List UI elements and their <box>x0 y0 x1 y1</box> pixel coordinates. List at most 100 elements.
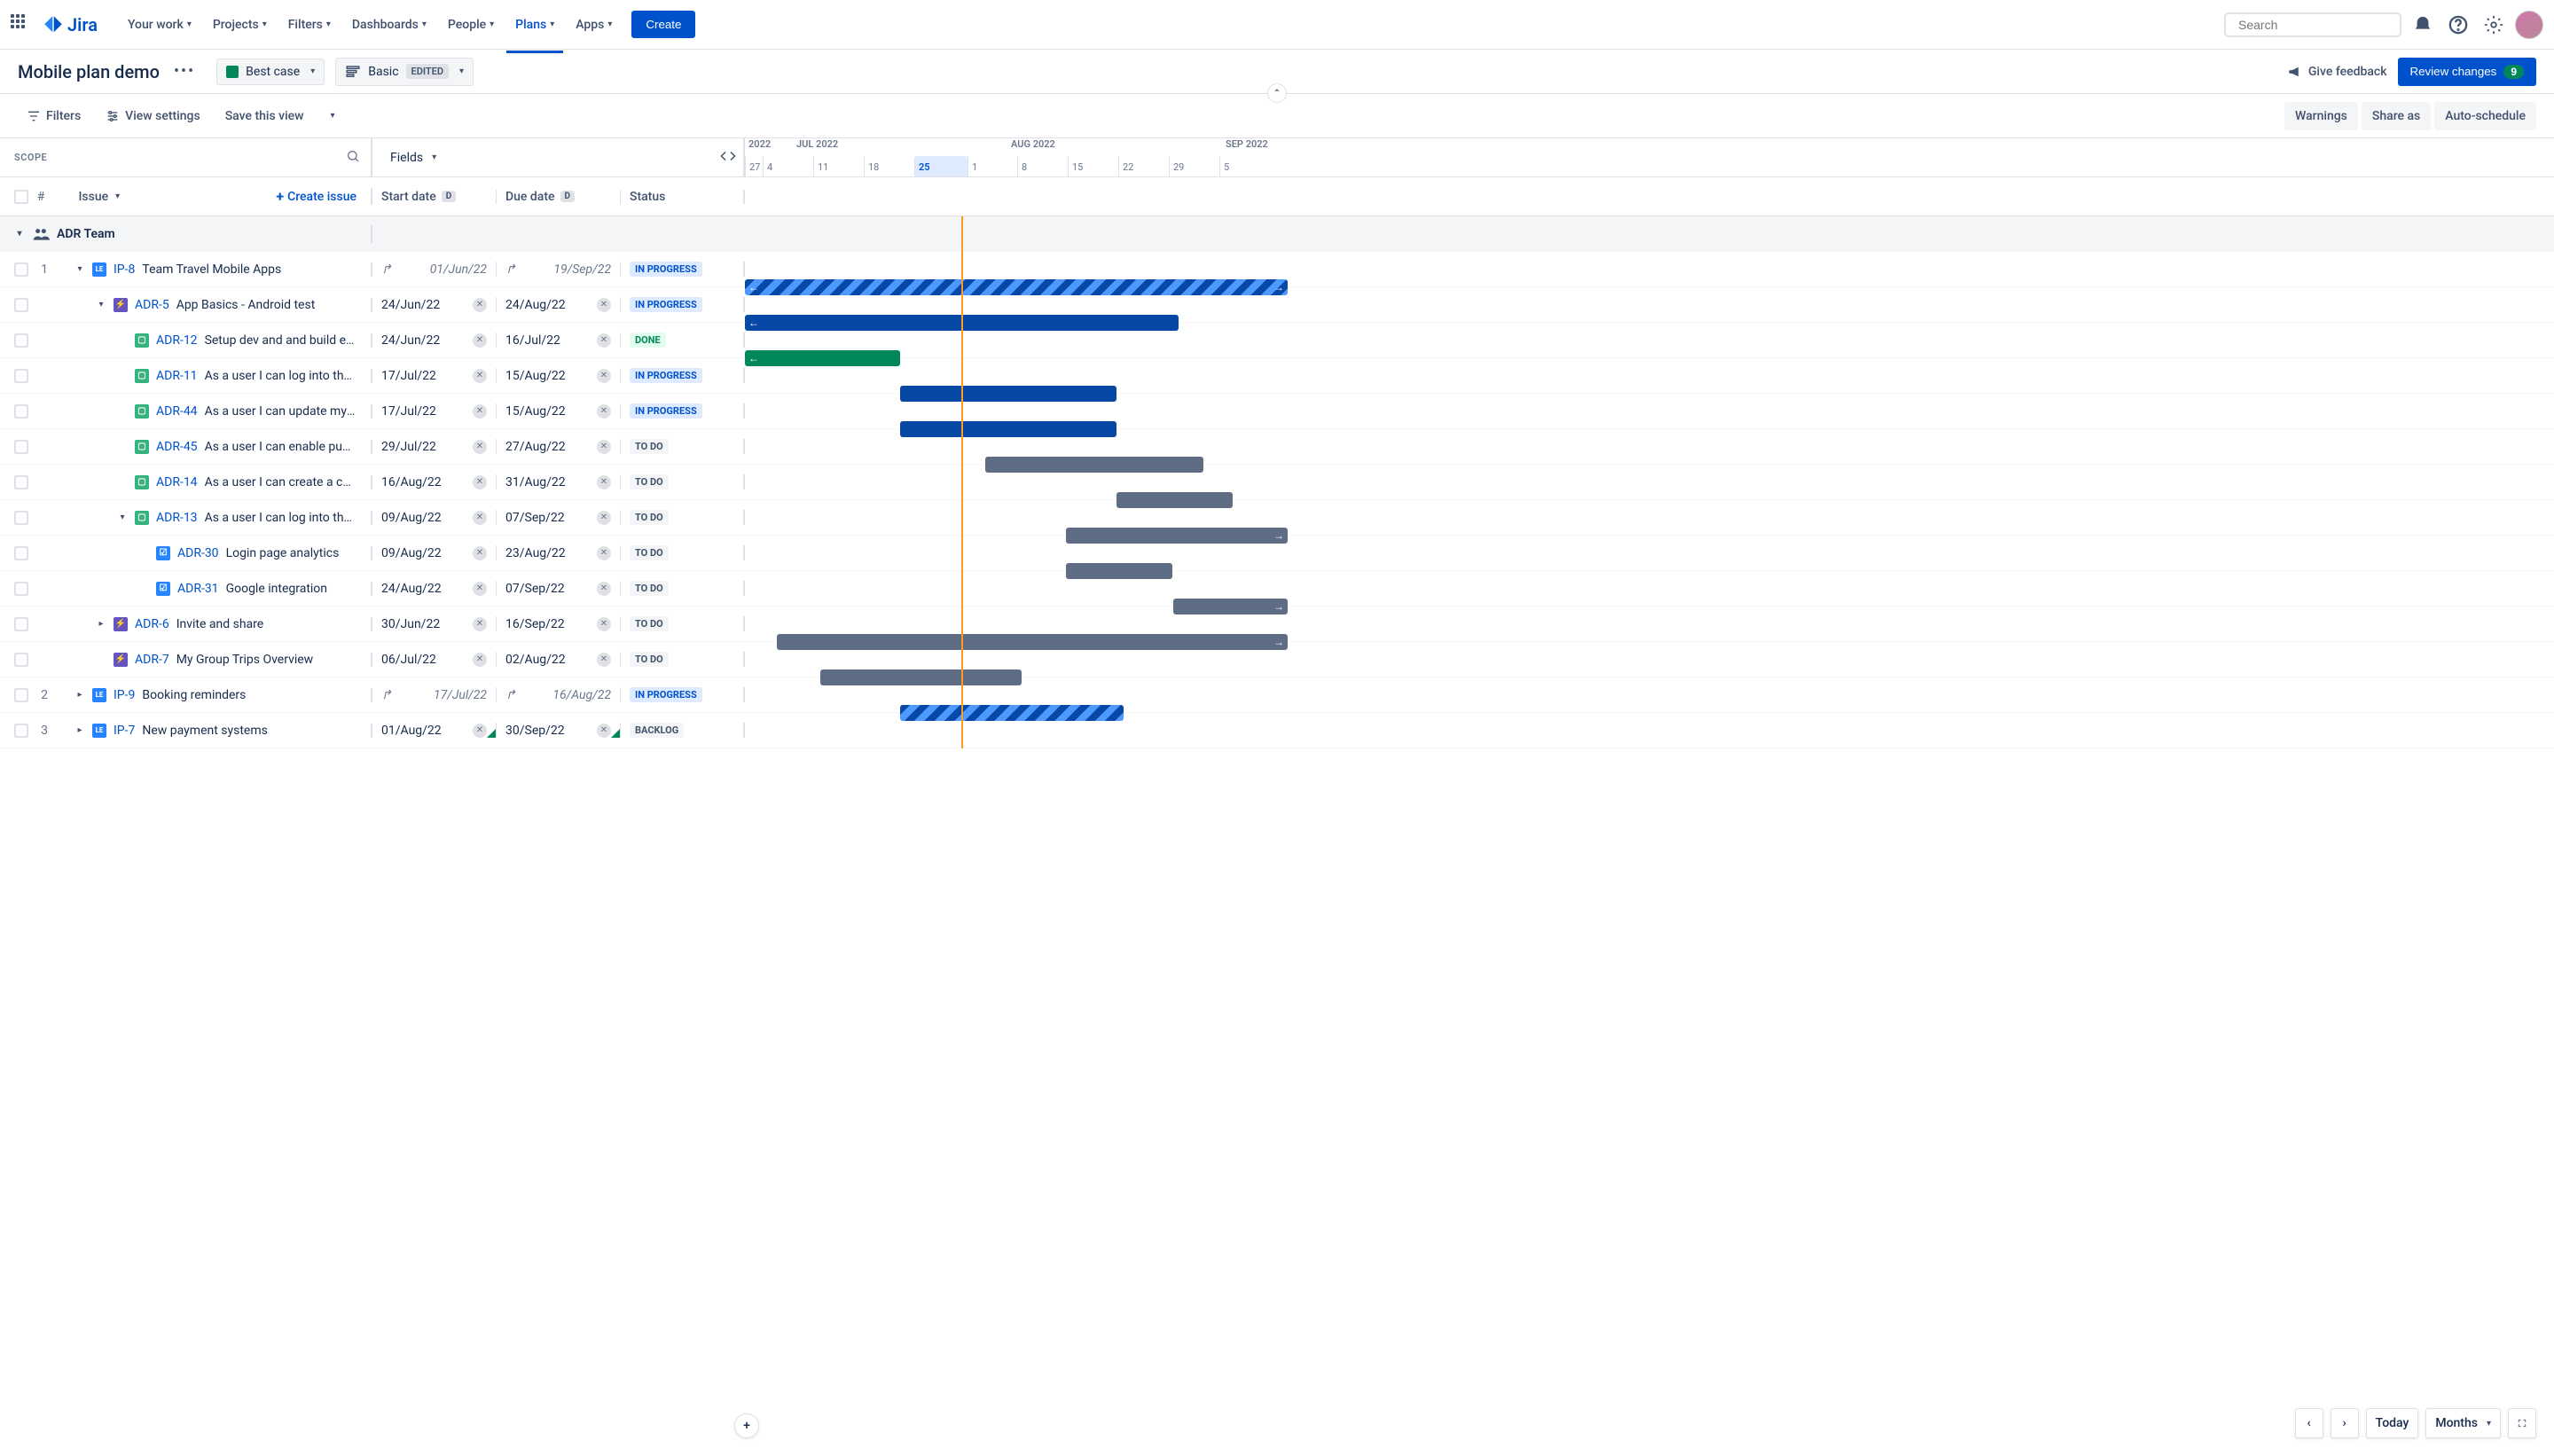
clear-icon[interactable]: ✕ <box>473 653 487 667</box>
status-cell[interactable]: TO DO <box>621 616 743 631</box>
issue-key[interactable]: IP-9 <box>114 688 135 702</box>
start-date-cell[interactable]: 17/Jul/22✕ <box>372 368 497 383</box>
clear-icon[interactable]: ✕ <box>473 617 487 631</box>
row-checkbox[interactable] <box>14 546 28 560</box>
clear-icon[interactable]: ✕ <box>473 724 487 738</box>
share-as-button[interactable]: Share as <box>2362 102 2431 130</box>
issue-key[interactable]: IP-8 <box>114 262 135 277</box>
timeline-bar[interactable]: ←→ <box>745 279 1288 295</box>
clear-icon[interactable]: ✕ <box>473 369 487 383</box>
due-date-cell[interactable]: 07/Sep/22✕ <box>497 510 621 525</box>
issue-row[interactable]: 1▾LEIP-8Team Travel Mobile Apps ↱01/Jun/… <box>0 252 2554 287</box>
status-cell[interactable]: DONE <box>621 333 743 348</box>
due-date-cell[interactable]: 16/Sep/22✕ <box>497 616 621 631</box>
status-cell[interactable]: BACKLOG <box>621 723 743 738</box>
status-cell[interactable]: TO DO <box>621 510 743 525</box>
clear-icon[interactable]: ✕ <box>473 298 487 312</box>
clear-icon[interactable]: ✕ <box>473 511 487 525</box>
issue-row[interactable]: ▢ADR-11As a user I can log into the s...… <box>0 358 2554 394</box>
issue-key[interactable]: ADR-31 <box>177 582 219 596</box>
collapse-header-handle[interactable]: ⌃ <box>1267 83 1287 103</box>
row-checkbox[interactable] <box>14 617 28 631</box>
timeline-bar[interactable] <box>820 669 1022 685</box>
due-date-cell[interactable]: 30/Sep/22✕ <box>497 723 621 738</box>
clear-icon[interactable]: ✕ <box>597 511 611 525</box>
start-date-header[interactable]: Start date D <box>372 190 497 204</box>
due-date-cell[interactable]: 15/Aug/22✕ <box>497 368 621 383</box>
status-cell[interactable]: IN PROGRESS <box>621 368 743 383</box>
due-date-cell[interactable]: 16/Jul/22✕ <box>497 333 621 348</box>
auto-schedule-button[interactable]: Auto-schedule <box>2434 102 2536 130</box>
issue-key[interactable]: ADR-7 <box>135 653 169 667</box>
create-button[interactable]: Create <box>631 11 695 38</box>
give-feedback-link[interactable]: Give feedback <box>2287 64 2387 80</box>
issue-key[interactable]: ADR-44 <box>156 404 198 419</box>
nav-item-plans[interactable]: Plans▾ <box>506 11 563 39</box>
start-date-cell[interactable]: 06/Jul/22✕ <box>372 652 497 667</box>
clear-icon[interactable]: ✕ <box>473 404 487 419</box>
timeline-bar[interactable] <box>900 421 1116 437</box>
nav-item-apps[interactable]: Apps▾ <box>567 11 621 39</box>
search-input[interactable] <box>2238 18 2399 32</box>
due-date-cell[interactable]: 02/Aug/22✕ <box>497 652 621 667</box>
row-checkbox[interactable] <box>14 582 28 596</box>
due-date-cell[interactable]: 15/Aug/22✕ <box>497 403 621 419</box>
app-switcher-icon[interactable] <box>11 14 32 35</box>
fields-selector[interactable]: Fields ▾ <box>372 138 745 176</box>
row-checkbox[interactable] <box>14 404 28 419</box>
issue-key[interactable]: ADR-11 <box>156 369 198 383</box>
timeline-bar[interactable]: → <box>777 634 1288 650</box>
issue-key[interactable]: ADR-5 <box>135 298 169 312</box>
issue-key[interactable]: ADR-13 <box>156 511 198 525</box>
clear-icon[interactable]: ✕ <box>597 404 611 419</box>
issue-column-header[interactable]: Issue ▾ <box>78 190 120 204</box>
clear-icon[interactable]: ✕ <box>473 333 487 348</box>
due-date-cell[interactable]: ↱19/Sep/22 <box>497 262 621 277</box>
clear-icon[interactable]: ✕ <box>597 369 611 383</box>
row-checkbox[interactable] <box>14 298 28 312</box>
start-date-cell[interactable]: 24/Jun/22✕ <box>372 297 497 312</box>
status-cell[interactable]: TO DO <box>621 439 743 454</box>
clear-icon[interactable]: ✕ <box>473 440 487 454</box>
expand-icon[interactable]: ▸ <box>74 690 85 700</box>
clear-icon[interactable]: ✕ <box>473 546 487 560</box>
row-checkbox[interactable] <box>14 688 28 702</box>
help-icon[interactable] <box>2444 11 2472 39</box>
plan-more-button[interactable]: ••• <box>167 59 202 84</box>
fullscreen-button[interactable] <box>2508 1408 2536 1438</box>
issue-row[interactable]: ▾▢ADR-13As a user I can log into the s..… <box>0 500 2554 536</box>
clear-icon[interactable]: ✕ <box>473 475 487 489</box>
due-date-cell[interactable]: 23/Aug/22✕ <box>497 545 621 560</box>
timeline-bar[interactable]: ← <box>745 350 900 366</box>
timeline-bar[interactable] <box>1066 563 1172 579</box>
clear-icon[interactable]: ✕ <box>597 440 611 454</box>
expand-icon[interactable]: ▸ <box>74 725 85 735</box>
timeline-bar[interactable]: → <box>1173 599 1288 614</box>
settings-icon[interactable] <box>2480 11 2508 39</box>
start-date-cell[interactable]: 17/Jul/22✕ <box>372 403 497 419</box>
clear-icon[interactable]: ✕ <box>597 724 611 738</box>
row-checkbox[interactable] <box>14 511 28 525</box>
scale-selector[interactable]: Months ▾ <box>2425 1408 2501 1438</box>
view-settings-button[interactable]: View settings <box>97 104 209 129</box>
scenario-selector[interactable]: Best case ▾ <box>216 59 325 85</box>
row-checkbox[interactable] <box>14 440 28 454</box>
due-date-cell[interactable]: 31/Aug/22✕ <box>497 474 621 489</box>
issue-key[interactable]: IP-7 <box>114 724 135 738</box>
row-checkbox[interactable] <box>14 333 28 348</box>
clear-icon[interactable]: ✕ <box>597 298 611 312</box>
scroll-right-button[interactable]: › <box>2331 1408 2359 1438</box>
timeline-bar[interactable] <box>1116 492 1233 508</box>
add-row-button[interactable]: + <box>734 1413 759 1438</box>
expand-icon[interactable]: ▾ <box>14 229 25 239</box>
clear-icon[interactable]: ✕ <box>597 582 611 596</box>
due-date-cell[interactable]: ↱16/Aug/22 <box>497 687 621 702</box>
timeline-bar[interactable]: → <box>1066 528 1288 544</box>
clear-icon[interactable]: ✕ <box>597 333 611 348</box>
scroll-left-button[interactable]: ‹ <box>2295 1408 2323 1438</box>
review-changes-button[interactable]: Review changes 9 <box>2398 58 2536 86</box>
status-cell[interactable]: IN PROGRESS <box>621 687 743 702</box>
expand-icon[interactable]: ▾ <box>96 300 106 309</box>
group-row[interactable]: ▾ ADR Team <box>0 216 2554 252</box>
start-date-cell[interactable]: 09/Aug/22✕ <box>372 545 497 560</box>
